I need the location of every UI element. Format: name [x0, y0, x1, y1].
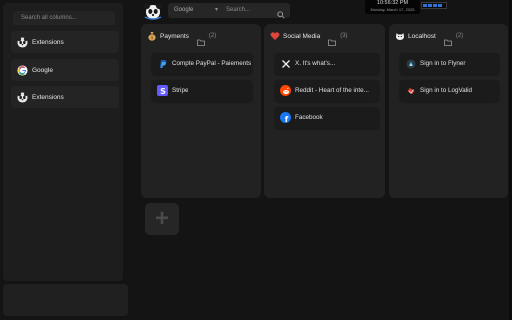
column-header[interactable]: Localhost (2): [395, 29, 464, 46]
column-localhost: Localhost (2) Sign in to Flyner Sign in …: [389, 24, 508, 198]
folder-icon[interactable]: [443, 33, 452, 46]
svg-text:$: $: [151, 35, 154, 41]
left-panel: Search all columns... Extensions Google …: [3, 3, 123, 281]
panda-logo-icon: [142, 2, 164, 20]
folder-icon[interactable]: [197, 33, 205, 46]
card-label: X. It's what's...: [295, 60, 336, 67]
card-label: Sign in to LogValid: [420, 87, 473, 94]
stripe-icon: S: [157, 85, 168, 96]
column-count: (2): [208, 33, 217, 39]
paypal-icon: [157, 58, 168, 69]
card-flyner[interactable]: Sign in to Flyner: [400, 53, 499, 74]
search-input[interactable]: Search...: [226, 7, 250, 13]
clock-time: 10:56:32 PM: [376, 0, 409, 6]
cat-face-icon: [395, 31, 405, 41]
flyner-icon: [405, 58, 416, 69]
card-x[interactable]: X. It's what's...: [275, 53, 379, 74]
column-title: Localhost: [408, 32, 436, 40]
left-item-extensions-1[interactable]: Extensions: [11, 31, 119, 53]
card-label: Sign in to Flyner: [420, 60, 466, 67]
reddit-icon: [280, 85, 291, 96]
search-bar[interactable]: Google ▾ Search...: [168, 3, 290, 19]
column-social-media: Social Media (3) X. It's what's... Reddi…: [264, 24, 385, 198]
left-item-extensions-2[interactable]: Extensions: [11, 86, 119, 108]
card-paypal[interactable]: Compte PayPal - Paiements: [152, 53, 252, 74]
card-label: Reddit - Heart of the inte...: [295, 87, 369, 94]
column-title: Payments: [160, 32, 189, 40]
column-count: (2): [455, 33, 464, 39]
column-count: (3): [340, 33, 348, 39]
facebook-icon: f: [280, 112, 291, 123]
battery-indicator: [421, 2, 447, 9]
panda-icon: [16, 91, 28, 103]
clock-widget: 10:56:32 PM Monday, March 17, 2025: [365, 0, 420, 14]
x-icon: [280, 58, 291, 69]
folder-icon[interactable]: [328, 33, 337, 46]
card-logvalid[interactable]: Sign in to LogValid: [400, 80, 499, 101]
panda-icon: [16, 36, 28, 48]
card-stripe[interactable]: S Stripe: [152, 80, 252, 101]
left-bottom-panel: [3, 284, 128, 316]
card-label: Facebook: [295, 114, 323, 121]
column-header[interactable]: $ Payments (2): [147, 29, 217, 46]
left-item-google[interactable]: Google: [11, 59, 119, 81]
left-item-label: Google: [32, 66, 53, 74]
column-header[interactable]: Social Media (3): [270, 29, 348, 46]
logvalid-icon: [405, 85, 416, 96]
svg-text:S: S: [160, 87, 166, 96]
google-icon: [16, 64, 28, 76]
left-item-label: Extensions: [32, 38, 64, 46]
add-column-button[interactable]: +: [145, 203, 179, 235]
search-engine-select[interactable]: Google: [174, 7, 193, 13]
search-icon[interactable]: [277, 6, 285, 24]
top-bar: Google ▾ Search... 10:56:32 PM Monday, M…: [140, 0, 512, 22]
chevron-down-icon[interactable]: ▾: [215, 6, 218, 13]
column-payments: $ Payments (2) Compte PayPal - Paiements…: [141, 24, 261, 198]
card-reddit[interactable]: Reddit - Heart of the inte...: [275, 80, 379, 101]
card-label: Stripe: [172, 87, 189, 94]
money-bag-icon: $: [147, 31, 157, 41]
column-title: Social Media: [283, 32, 321, 40]
card-label: Compte PayPal - Paiements: [172, 60, 252, 67]
left-item-label: Extensions: [32, 93, 64, 101]
card-facebook[interactable]: f Facebook: [275, 107, 379, 128]
heart-icon: [270, 31, 280, 41]
plus-icon: +: [154, 205, 169, 232]
left-search-input[interactable]: Search all columns...: [13, 11, 115, 25]
clock-date: Monday, March 17, 2025: [370, 7, 415, 12]
svg-text:f: f: [284, 115, 288, 123]
